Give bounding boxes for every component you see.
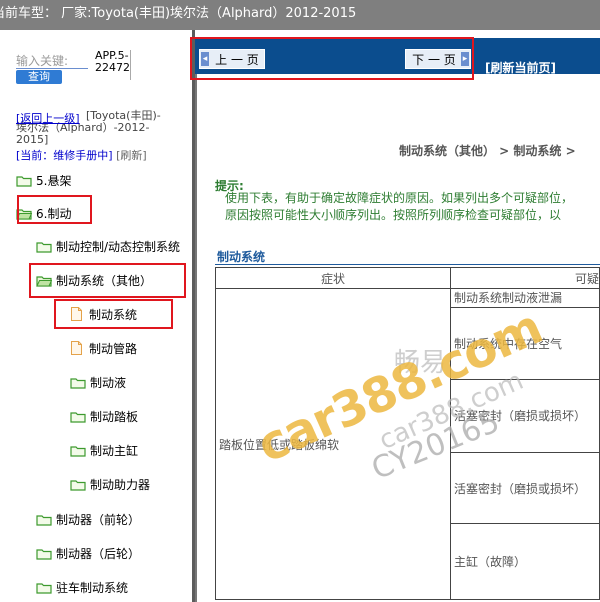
cause-cell: 制动系统制动液泄漏 xyxy=(449,287,600,309)
table-header: 可疑 xyxy=(449,267,600,289)
section-title: 制动系统 xyxy=(217,250,266,264)
table-header-row: 症状 可疑 xyxy=(215,267,600,289)
breadcrumb: 制动系统（其他） > 制动系统 > xyxy=(399,144,576,158)
tree-item-label: 制动踏板 xyxy=(90,409,139,424)
tree-item[interactable]: 制动控制/动态控制系统 xyxy=(36,236,180,256)
hint-line: 原因按照可能性大小顺序列出。按照所列顺序检查可疑部位，以 xyxy=(225,208,562,222)
search-button[interactable]: 查询 xyxy=(16,70,62,84)
tree-item[interactable]: 制动助力器 xyxy=(70,474,150,494)
section-rule xyxy=(215,264,600,265)
tree-item-label: 驻车制动系统 xyxy=(56,580,129,595)
refresh-link[interactable]: [刷新] xyxy=(116,149,147,162)
highlight-brake-other xyxy=(29,263,186,298)
tree-item-label: 制动主缸 xyxy=(90,443,139,458)
highlight-brake xyxy=(17,195,92,224)
current-location: [当前：维修手册中] [刷新] xyxy=(16,147,147,163)
tree-item-label: 制动助力器 xyxy=(90,477,151,492)
vehicle-title: 当前车型： 厂家:Toyota(丰田)埃尔法（Alphard）2012-2015 xyxy=(0,6,357,21)
tree-item[interactable]: 5.悬架 xyxy=(16,170,71,190)
cause-cell: 制动系统中存在空气 xyxy=(449,307,600,380)
document-icon xyxy=(70,341,83,355)
tree-item-label: 制动液 xyxy=(90,375,127,390)
tree-item-label: 制动控制/动态控制系统 xyxy=(56,239,181,254)
highlight-brake-system xyxy=(54,299,173,329)
symptom-cell: 踏板位置低或踏板绵软 xyxy=(215,288,451,600)
tree-item[interactable]: 驻车制动系统 xyxy=(36,577,128,597)
folder-icon xyxy=(36,582,52,594)
tree-item-label: 制动器（前轮） xyxy=(56,512,141,527)
cause-cell: 活塞密封（磨损或损坏） xyxy=(449,452,600,525)
tree-item[interactable]: 制动器（后轮） xyxy=(36,543,140,563)
folder-icon xyxy=(36,241,52,253)
tree-item[interactable]: 制动液 xyxy=(70,372,126,392)
keyword-label: 输入关键: xyxy=(16,54,69,68)
tree-item[interactable]: 制动管路 xyxy=(70,338,137,358)
folder-icon xyxy=(16,175,32,187)
table-row: 踏板位置低或踏板绵软 制动系统制动液泄漏 xyxy=(215,287,600,600)
tree-item-label: 制动器（后轮） xyxy=(56,546,141,561)
divider xyxy=(130,50,131,80)
keyword-input[interactable] xyxy=(16,68,88,69)
content-border xyxy=(195,74,197,602)
tree-item-label: 制动管路 xyxy=(89,341,138,356)
folder-icon xyxy=(36,514,52,526)
app-version: APP.5- 22472 xyxy=(95,49,130,74)
table-header: 症状 xyxy=(215,267,451,289)
current-label: [当前：维修手册中] xyxy=(16,149,113,162)
folder-icon xyxy=(36,548,52,560)
hint-text: 使用下表，有助于确定故障症状的原因。如果列出多个可疑部位， 原因按照可能性大小顺序… xyxy=(225,190,573,224)
folder-icon xyxy=(70,377,86,389)
top-bar: 当前车型： 厂家:Toyota(丰田)埃尔法（Alphard）2012-2015 xyxy=(0,0,600,30)
hint-line: 使用下表，有助于确定故障症状的原因。如果列出多个可疑部位， xyxy=(225,191,574,205)
tree-item-label: 5.悬架 xyxy=(36,173,72,188)
tree-item[interactable]: 制动踏板 xyxy=(70,406,138,426)
refresh-page-link[interactable]: [刷新当前页] xyxy=(485,59,556,76)
tree-item[interactable]: 制动主缸 xyxy=(70,440,138,460)
content-pane: ◂ 上 一 页 下 一 页 ▸ [刷新当前页] 制动系统（其他） > 制动系统 … xyxy=(195,30,600,602)
folder-icon xyxy=(70,445,86,457)
folder-icon xyxy=(70,479,86,491)
highlight-nav xyxy=(190,37,474,80)
folder-icon xyxy=(70,411,86,423)
diagnosis-table: 症状 可疑 踏板位置低或踏板绵软 制动系统制动液泄漏 制动系统中存在空气 活塞密… xyxy=(215,267,600,600)
tree-item[interactable]: 制动器（前轮） xyxy=(36,509,140,529)
back-link[interactable]: [返回上一级] xyxy=(16,110,80,126)
cause-cell: 活塞密封（磨损或损坏） xyxy=(449,378,600,454)
cause-cell: 主缸（故障） xyxy=(449,523,600,600)
